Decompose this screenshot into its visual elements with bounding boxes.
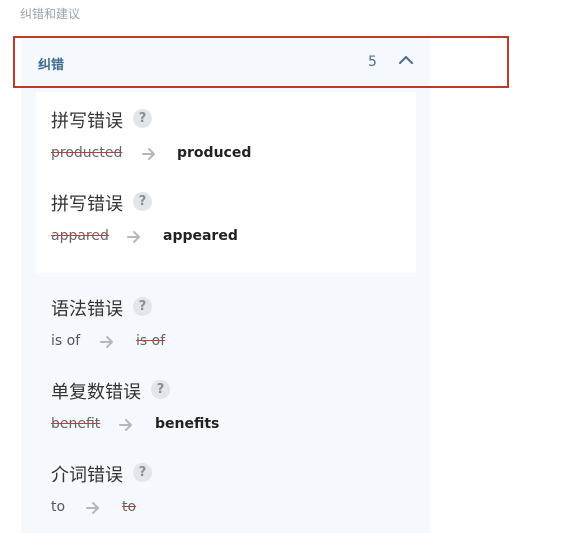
- corrections-header[interactable]: 纠错 5: [13, 36, 509, 88]
- arrow-right-icon: [86, 502, 99, 514]
- suggestion-text[interactable]: benefits: [155, 416, 219, 432]
- suggestion-text[interactable]: produced: [177, 145, 251, 161]
- arrow-right-icon: [142, 148, 155, 160]
- error-type-label: 拼写错误: [51, 111, 123, 132]
- arrow-right-icon: [100, 336, 113, 348]
- suggestion-text[interactable]: appeared: [163, 228, 238, 244]
- original-text: appared: [51, 228, 109, 244]
- original-text: benefit: [51, 416, 100, 432]
- section-title: 纠错和建议: [20, 7, 81, 21]
- error-type-label: 拼写错误: [51, 194, 123, 215]
- original-text-strike: benefit: [51, 416, 101, 432]
- corrections-count: 5: [368, 54, 377, 70]
- error-type-label: 语法错误: [51, 299, 123, 320]
- arrow-right-icon: [127, 231, 140, 243]
- arrow-right-icon: [119, 419, 132, 431]
- original-text: is of: [51, 333, 81, 349]
- chevron-up-icon[interactable]: [398, 52, 414, 68]
- original-text: producted: [51, 145, 122, 161]
- help-icon[interactable]: ?: [133, 109, 152, 128]
- help-icon[interactable]: ?: [133, 192, 152, 211]
- error-type-label: 介词错误: [51, 465, 123, 486]
- suggestion-text[interactable]: is of: [136, 333, 165, 349]
- help-icon[interactable]: ?: [151, 380, 170, 399]
- suggestion-text-strike: is of: [136, 333, 166, 349]
- help-icon[interactable]: ?: [133, 297, 152, 316]
- error-type-label: 单复数错误: [51, 382, 141, 403]
- original-text: to: [51, 499, 66, 515]
- help-icon[interactable]: ?: [133, 463, 152, 482]
- suggestion-text[interactable]: to: [122, 499, 136, 515]
- original-text-strike: appared: [51, 228, 109, 244]
- corrections-header-title: 纠错: [38, 58, 65, 73]
- suggestion-text-strike: to: [122, 499, 137, 515]
- original-text-strike: producted: [51, 145, 123, 161]
